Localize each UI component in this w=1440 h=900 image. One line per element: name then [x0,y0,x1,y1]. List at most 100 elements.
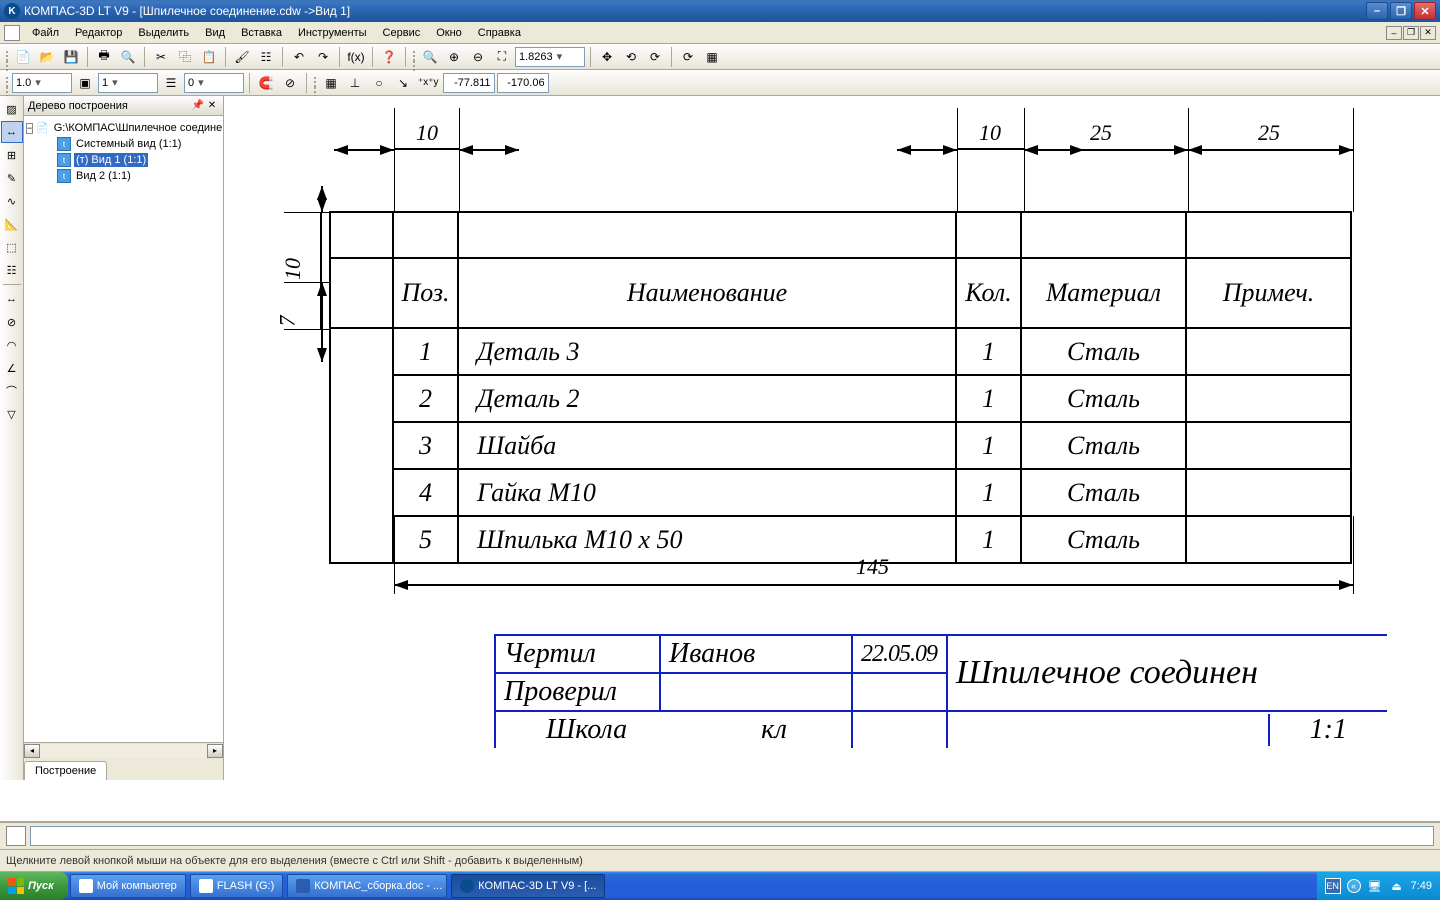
maximize-button[interactable]: ❐ [1390,2,1412,20]
menu-select[interactable]: Выделить [130,25,197,41]
collapse-icon[interactable]: − [26,123,33,134]
snap-off-button[interactable]: ⊘ [279,72,301,94]
open-file-button[interactable]: 📂 [36,46,58,68]
tray-expand-icon[interactable]: « [1347,879,1361,893]
taskbar-item-flash[interactable]: FLASH (G:) [190,874,283,898]
language-indicator[interactable]: EN [1325,878,1341,894]
pin-icon[interactable]: 📌 [191,99,205,113]
layer-combo-2[interactable]: 0 [184,73,244,93]
tree-horizontal-scrollbar[interactable]: ◂ ▸ [24,742,223,758]
mdi-minimize-button[interactable]: – [1386,26,1402,40]
close-button[interactable]: ✕ [1414,2,1436,20]
copy-button[interactable]: ⿻ [174,46,196,68]
copy-props-button[interactable]: 🖌 [231,46,253,68]
tree-tab-build[interactable]: Построение [24,761,107,780]
toolbar-handle[interactable] [4,73,10,93]
taskbar-item-mycomputer[interactable]: Мой компьютер [70,874,186,898]
tool-angular-dim-icon[interactable]: ∠ [1,357,23,379]
tool-height-dim-icon[interactable]: ▽ [1,403,23,425]
round-button[interactable]: ○ [368,72,390,94]
tree-view-node[interactable]: t (т) Вид 1 (1:1) [26,152,221,168]
tool-linear-dim-icon[interactable]: ↔ [1,288,23,310]
redo-button[interactable]: ↷ [312,46,334,68]
params-group-icon[interactable]: ∿ [1,190,23,212]
designations-group-icon[interactable]: ⊞ [1,144,23,166]
tool-diametral-dim-icon[interactable]: ⊘ [1,311,23,333]
cell-qty: 1 [956,422,1021,469]
coord-x-input[interactable] [443,73,495,93]
spec-group-icon[interactable]: ☷ [1,259,23,281]
tool-radial-dim-icon[interactable]: ◠ [1,334,23,356]
zoom-prev-button[interactable]: ⟲ [620,46,642,68]
command-menu-button[interactable] [6,826,26,846]
help-context-button[interactable]: ❓ [378,46,400,68]
tree-view-node[interactable]: t Вид 2 (1:1) [26,168,221,184]
save-file-button[interactable]: 💾 [60,46,82,68]
properties-button[interactable]: ☷ [255,46,277,68]
tray-usb-icon[interactable]: ⏏ [1389,878,1405,894]
zoom-window-button[interactable]: ⛶ [491,46,513,68]
new-file-button[interactable]: 📄 [12,46,34,68]
toolbar-handle[interactable] [4,47,10,67]
grid-button[interactable]: ▦ [320,72,342,94]
ortho-button[interactable]: ⊥ [344,72,366,94]
measure-group-icon[interactable]: 📐 [1,213,23,235]
layer-combo-1[interactable]: 1 [98,73,158,93]
menu-instruments[interactable]: Инструменты [290,25,375,41]
zoom-in-button[interactable]: ⊕ [443,46,465,68]
local-cs-button[interactable]: ↘ [392,72,414,94]
scroll-left-button[interactable]: ◂ [24,744,40,758]
menu-edit[interactable]: Редактор [67,25,130,41]
tray-clock[interactable]: 7:49 [1411,880,1432,892]
standard-toolbar: 📄 📂 💾 🖶 🔍 ✂ ⿻ 📋 🖌 ☷ ↶ ↷ f(x) ❓ 🔍 ⊕ ⊖ ⛶ 1… [0,44,1440,70]
start-button[interactable]: Пуск [0,872,68,900]
zoom-out-button[interactable]: ⊖ [467,46,489,68]
dimension-arrow [394,584,1353,586]
paste-button[interactable]: 📋 [198,46,220,68]
rebuild-button[interactable]: ▦ [701,46,723,68]
zoom-fit-button[interactable]: 🔍 [419,46,441,68]
select-group-icon[interactable]: ⬚ [1,236,23,258]
menu-view[interactable]: Вид [197,25,233,41]
mdi-close-button[interactable]: ✕ [1420,26,1436,40]
menu-service[interactable]: Сервис [375,25,429,41]
computer-icon [79,879,93,893]
pan-button[interactable]: ✥ [596,46,618,68]
zoom-next-button[interactable]: ⟳ [644,46,666,68]
menu-help[interactable]: Справка [470,25,529,41]
menu-insert[interactable]: Вставка [233,25,290,41]
close-panel-icon[interactable]: ✕ [205,99,219,113]
style-dropdown-button[interactable]: ▣ [74,72,96,94]
cut-button[interactable]: ✂ [150,46,172,68]
redraw-button[interactable]: ⟳ [677,46,699,68]
minimize-button[interactable]: – [1366,2,1388,20]
tray-device-icon[interactable]: 🖥 [1367,878,1383,894]
menu-file[interactable]: Файл [24,25,67,41]
coord-y-input[interactable] [497,73,549,93]
taskbar-item-word[interactable]: КОМПАС_сборка.doc - ... [287,874,447,898]
taskbar-item-kompas[interactable]: КОМПАС-3D LT V9 - [... [451,874,605,898]
command-input[interactable] [30,826,1434,846]
tree-root-node[interactable]: − 📄 G:\КОМПАС\Шпилечное соединен [26,120,221,136]
zoom-combo[interactable]: 1.8263 [515,47,585,67]
toolbar-handle[interactable] [411,47,417,67]
dimensions-group-icon[interactable]: ↔ [1,121,23,143]
menu-window[interactable]: Окно [428,25,470,41]
geometry-group-icon[interactable]: ▨ [1,98,23,120]
edit-group-icon[interactable]: ✎ [1,167,23,189]
print-preview-button[interactable]: 🔍 [117,46,139,68]
tree-node-label: (т) Вид 1 (1:1) [74,153,148,167]
drawing-canvas[interactable]: Поз. Наименование Кол. Материал Примеч. … [224,96,1440,780]
document-node-icon: 📄 [36,121,48,135]
toolbar-handle[interactable] [312,73,318,93]
tool-arc-dim-icon[interactable]: ⌒ [1,380,23,402]
undo-button[interactable]: ↶ [288,46,310,68]
print-button[interactable]: 🖶 [93,46,115,68]
snap-toggle-button[interactable]: 🧲 [255,72,277,94]
tree-view-node[interactable]: t Системный вид (1:1) [26,136,221,152]
mdi-restore-button[interactable]: ❐ [1403,26,1419,40]
scroll-right-button[interactable]: ▸ [207,744,223,758]
variables-button[interactable]: f(x) [345,46,367,68]
layer-props-button[interactable]: ☰ [160,72,182,94]
line-style-combo[interactable]: 1.0 [12,73,72,93]
